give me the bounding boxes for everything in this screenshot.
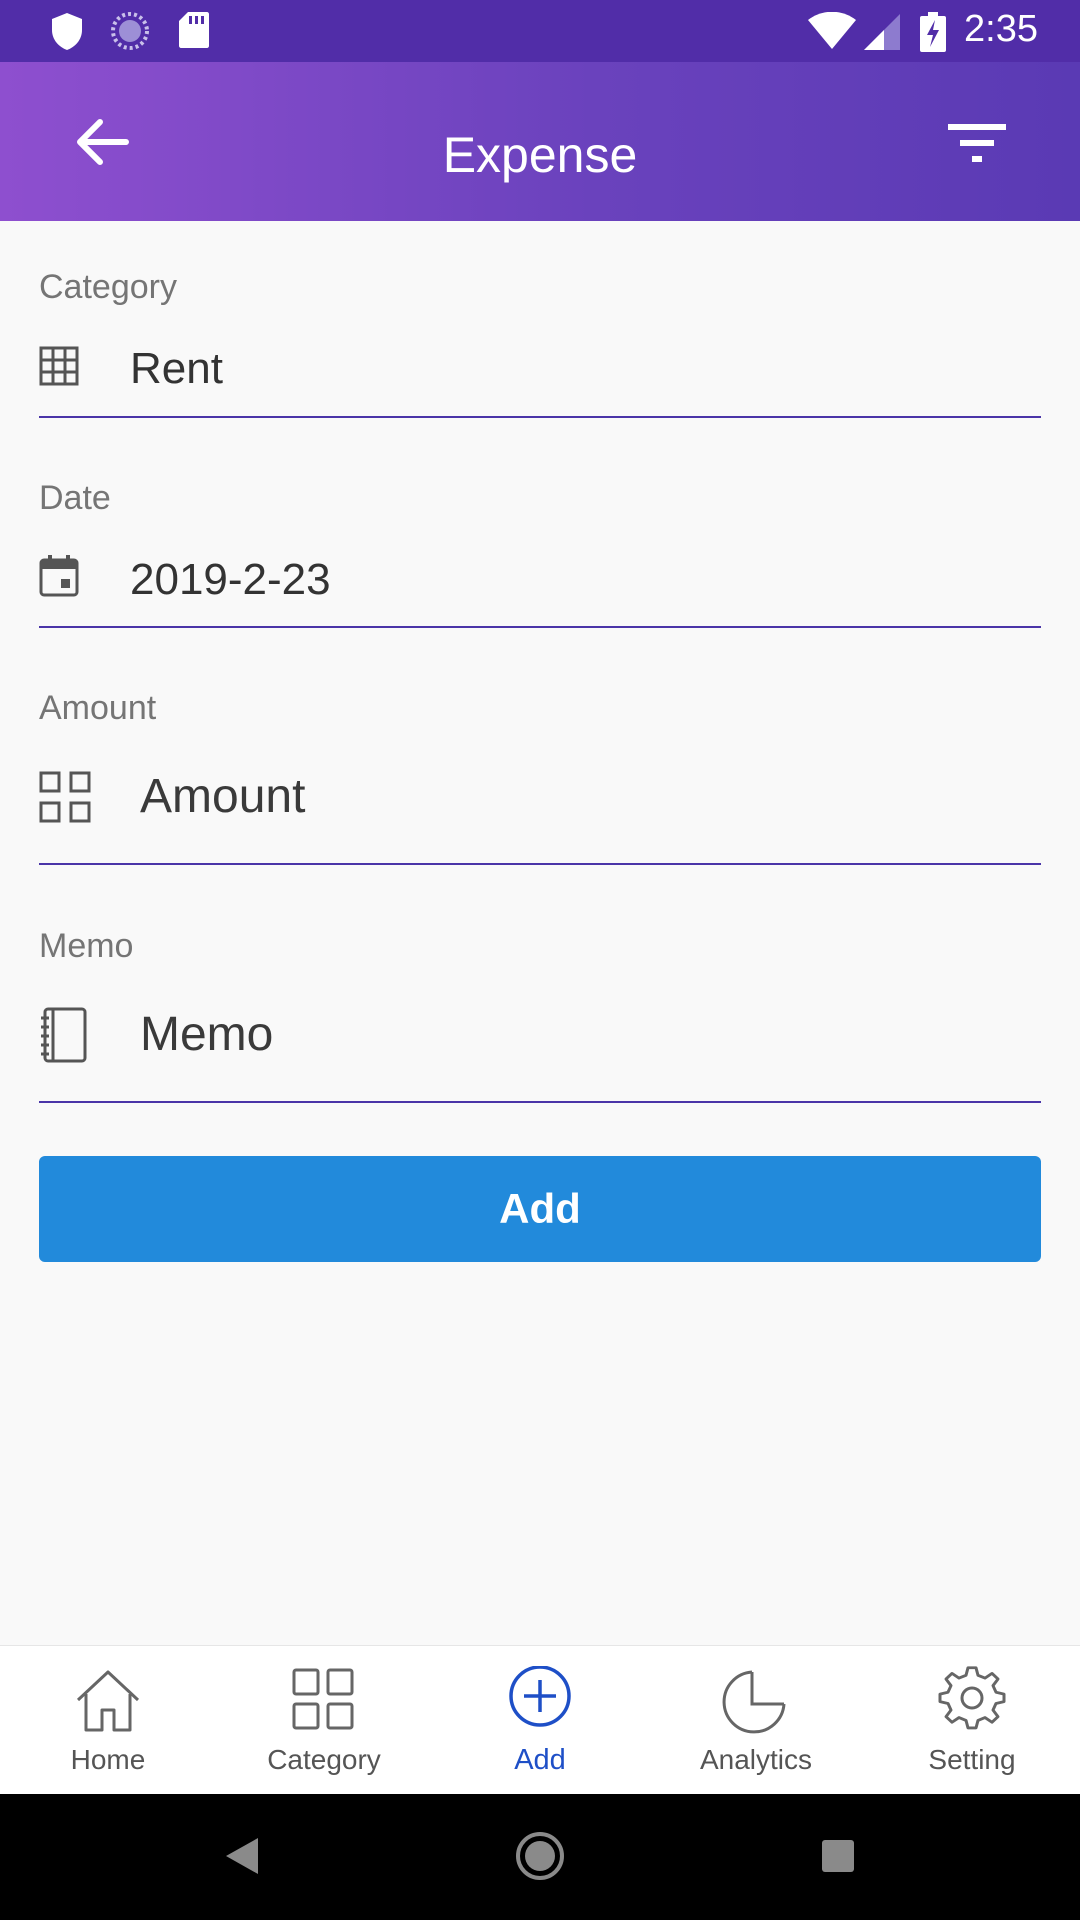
nav-label-add: Add [514, 1744, 566, 1776]
wifi-icon [808, 11, 856, 55]
nav-label-setting: Setting [928, 1744, 1016, 1775]
page-title: Expense [442, 127, 638, 183]
recents-square-icon [822, 1840, 854, 1872]
nav-label-analytics: Analytics [699, 1744, 813, 1775]
nav-item-setting[interactable]: Setting [864, 1646, 1080, 1795]
app-bar: Expense [0, 62, 1080, 221]
gear-icon [938, 1666, 1006, 1730]
memo-field: Memo [39, 921, 1041, 1103]
category-underline [39, 416, 1041, 418]
nav-item-analytics[interactable]: Analytics [648, 1646, 864, 1795]
bottom-nav: Home Category Add Analytics Setting [0, 1645, 1080, 1794]
nav-label-category: Category [267, 1744, 381, 1775]
expense-screen: 2:35 Expense Category Rent Date 2019-2-2… [0, 0, 1080, 1920]
memo-input[interactable] [140, 1007, 1000, 1062]
back-triangle-icon [226, 1838, 258, 1874]
nav-item-home[interactable]: Home [0, 1646, 216, 1795]
nav-item-add[interactable]: Add [432, 1646, 648, 1795]
date-underline [39, 626, 1041, 628]
system-nav-bar [0, 1794, 1080, 1920]
nav-item-category[interactable]: Category [216, 1646, 432, 1795]
status-bar: 2:35 [0, 0, 1080, 62]
amount-underline [39, 863, 1041, 865]
memo-label: Memo [39, 927, 134, 965]
calendar-icon [39, 555, 79, 602]
add-button[interactable]: Add [39, 1156, 1041, 1262]
nav-label-home: Home [70, 1744, 146, 1775]
grid-table-icon [39, 346, 79, 391]
system-back-button[interactable] [210, 1794, 270, 1920]
amount-field: Amount [39, 683, 1041, 865]
category-grid-icon [292, 1668, 354, 1730]
sync-icon [110, 11, 150, 56]
system-recents-button[interactable] [808, 1794, 868, 1920]
date-field[interactable]: Date 2019-2-23 [39, 473, 1041, 631]
shield-icon [50, 11, 84, 56]
notebook-icon [39, 1007, 89, 1068]
date-label: Date [39, 479, 111, 517]
filter-icon [948, 124, 1006, 162]
category-value: Rent [130, 344, 223, 393]
status-time: 2:35 [964, 8, 1038, 50]
category-label: Category [39, 268, 177, 306]
signal-icon [864, 14, 900, 55]
home-circle-icon [516, 1832, 564, 1880]
system-home-button[interactable] [510, 1794, 570, 1920]
date-value: 2019-2-23 [130, 555, 331, 604]
apps-grid-icon [39, 771, 93, 830]
pie-chart-icon [722, 1670, 786, 1734]
sd-card-icon [178, 11, 210, 54]
add-circle-icon [509, 1666, 571, 1727]
amount-input[interactable] [140, 769, 1000, 824]
amount-label: Amount [39, 689, 157, 727]
home-icon [76, 1670, 140, 1732]
memo-underline [39, 1101, 1041, 1103]
battery-charging-icon [920, 12, 946, 57]
filter-button[interactable] [946, 120, 1010, 170]
category-field[interactable]: Category Rent [39, 262, 1041, 420]
